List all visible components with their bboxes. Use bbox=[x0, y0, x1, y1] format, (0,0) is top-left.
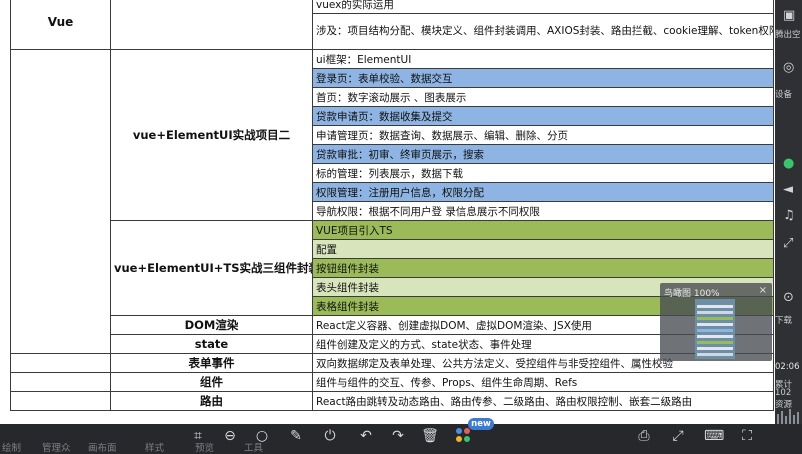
power-icon[interactable]: ⏻ bbox=[320, 426, 340, 446]
toolbar-tab[interactable]: 管理众 bbox=[42, 440, 71, 454]
fit-screen-icon[interactable]: ⤢ bbox=[668, 426, 688, 446]
content-cell[interactable]: 导航权限：根据不同用户登 录信息展示不同权限 bbox=[312, 201, 774, 221]
topic-title-cell[interactable]: 路由 bbox=[110, 391, 313, 411]
content-cell[interactable]: 权限管理：注册用户信息，权限分配 bbox=[312, 182, 774, 202]
bird-eye-view-panel[interactable]: 鸟瞰图 100% × bbox=[660, 283, 772, 361]
expand-icon[interactable]: ⤢ bbox=[783, 236, 793, 251]
undo-icon[interactable]: ↶ bbox=[356, 426, 376, 446]
project-title-cell[interactable]: vue+ElementUI实战项目二 bbox=[110, 49, 313, 221]
content-cell[interactable]: 按钮组件封装 bbox=[312, 258, 774, 278]
device-icon[interactable]: ◎ bbox=[783, 60, 794, 75]
content-cell[interactable]: 首页：数字滚动展示 、图表展示 bbox=[312, 87, 774, 107]
trash-icon[interactable]: 🗑 bbox=[420, 426, 440, 446]
speaker-mute-icon[interactable]: ◄ bbox=[783, 182, 793, 197]
category-cell-vue[interactable]: Vue bbox=[10, 0, 111, 50]
content-cell-scope[interactable]: 涉及：项目结构分配、模块定义、组件封装调用、AXIOS封装、路由拦截、cooki… bbox=[312, 13, 774, 50]
preview-line bbox=[697, 311, 733, 314]
bottom-toolbar: 绘制 管理众 画布面 样式 预览 工具 ⌗ ⊖ ○ ✎ ⏻ ↶ ↷ 🗑 ⎙ ⤢ … bbox=[0, 424, 802, 454]
zoom-out-icon[interactable]: ⊖ bbox=[220, 426, 240, 446]
category-cell-vue-continued[interactable] bbox=[10, 49, 111, 354]
content-cell[interactable]: 登录页：表单校验、数据交互 bbox=[312, 68, 774, 88]
topic-title-cell[interactable]: 组件 bbox=[110, 372, 313, 392]
timer-readout: 02:06 bbox=[775, 362, 800, 372]
panel-label: 腾出空 bbox=[775, 30, 801, 40]
content-cell[interactable]: 组件与组件的交互、传参、Props、组件生命周期、Refs bbox=[312, 372, 774, 392]
category-cell-react[interactable] bbox=[10, 372, 111, 392]
content-cell[interactable]: React路由跳转及动态路由、路由传参、二级路由、路由权限控制、嵌套二级路由 bbox=[312, 391, 774, 411]
preview-line bbox=[697, 317, 733, 320]
topic-title-cell[interactable]: DOM渲染 bbox=[110, 315, 313, 335]
redo-icon[interactable]: ↷ bbox=[388, 426, 408, 446]
preview-line bbox=[697, 347, 733, 350]
preview-line bbox=[697, 329, 733, 332]
bird-eye-view-title: 鸟瞰图 100% bbox=[664, 289, 720, 299]
content-cell[interactable]: 配置 bbox=[312, 239, 774, 259]
panel-label: 下载 bbox=[775, 316, 793, 326]
preview-line bbox=[697, 353, 733, 356]
content-cell[interactable]: 贷款申请页：数据收集及提交 bbox=[312, 106, 774, 126]
download-icon[interactable]: ⊙ bbox=[783, 290, 794, 305]
broadcast-icon[interactable]: ▣ bbox=[783, 8, 795, 23]
preview-line bbox=[697, 341, 733, 344]
audio-waveform-icon bbox=[777, 409, 799, 424]
empty-title-cell[interactable] bbox=[110, 0, 313, 50]
right-side-panel: ▣ 腾出空 ◎ 设备 ● ◄ ♫ ⤢ ⊙ 下载 02:06 累计 102 资源 bbox=[775, 0, 802, 424]
content-cell[interactable]: VUE项目引入TS bbox=[312, 220, 774, 240]
panel-label: 102 bbox=[775, 388, 792, 398]
content-cell[interactable]: ui框架：ElementUI bbox=[312, 49, 774, 69]
apps-icon-dot bbox=[464, 436, 470, 442]
content-cell[interactable]: 贷款审批：初审、终审页展示，搜索 bbox=[312, 144, 774, 164]
pen-icon[interactable]: ✎ bbox=[286, 426, 306, 446]
music-note-icon[interactable]: ♫ bbox=[783, 208, 795, 223]
project-title-cell[interactable]: vue+ElementUI+TS实战三组件封装 bbox=[110, 220, 313, 316]
topic-title-cell[interactable]: 表单事件 bbox=[110, 353, 313, 373]
preview-line bbox=[697, 323, 733, 326]
circle-icon[interactable]: ○ bbox=[252, 426, 272, 446]
apps-icon[interactable] bbox=[456, 428, 462, 434]
bird-eye-preview[interactable] bbox=[695, 299, 735, 359]
microphone-icon[interactable]: ● bbox=[783, 156, 794, 171]
print-icon[interactable]: ⎙ bbox=[634, 426, 654, 446]
category-cell-react[interactable] bbox=[10, 353, 111, 373]
close-icon[interactable]: × bbox=[759, 285, 767, 296]
toolbar-tab[interactable]: 绘制 bbox=[2, 440, 21, 454]
apps-icon-dot bbox=[456, 436, 462, 442]
preview-line bbox=[697, 305, 733, 308]
fullscreen-icon[interactable]: ⛶ bbox=[737, 426, 757, 446]
toolbar-tab[interactable]: 画布面 bbox=[88, 440, 117, 454]
category-cell-react[interactable] bbox=[10, 391, 111, 411]
apps-icon-dot bbox=[464, 428, 470, 434]
keyboard-icon[interactable]: ⌨ bbox=[704, 426, 724, 446]
preview-line bbox=[697, 335, 733, 338]
panel-label: 设备 bbox=[775, 90, 793, 100]
content-cell[interactable]: 标的管理：列表展示，数据下载 bbox=[312, 163, 774, 183]
topic-title-cell[interactable]: state bbox=[110, 334, 313, 354]
new-badge: new bbox=[468, 418, 494, 430]
spreadsheet-document: Vue vuex的实际运用 涉及：项目结构分配、模块定义、组件封装调用、AXIO… bbox=[0, 0, 775, 424]
content-cell[interactable]: vuex的实际运用 bbox=[312, 0, 774, 14]
content-cell[interactable]: 申请管理页：数据查询、数据展示、编辑、删除、分页 bbox=[312, 125, 774, 145]
crop-icon[interactable]: ⌗ bbox=[188, 426, 208, 446]
toolbar-tab[interactable]: 样式 bbox=[145, 440, 164, 454]
